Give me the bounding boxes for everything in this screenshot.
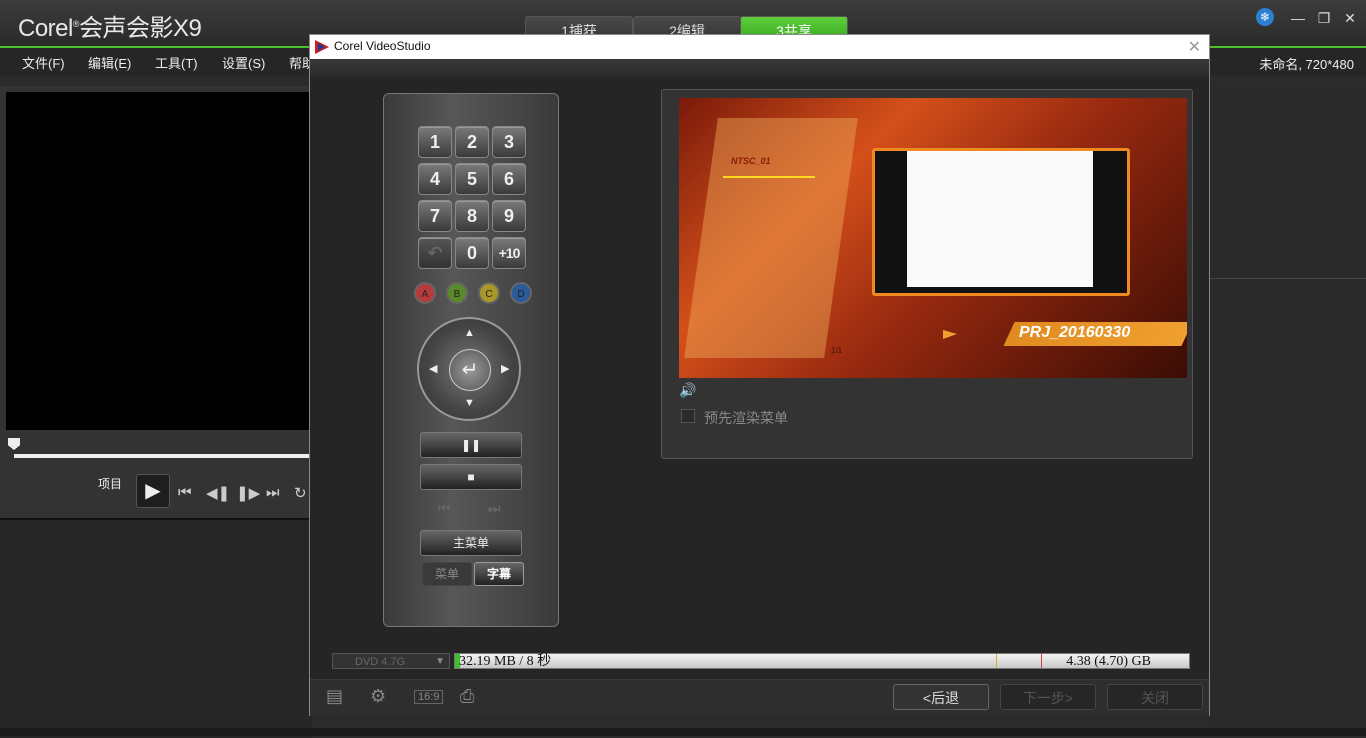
project-title: PRJ_20160330 [1019, 324, 1131, 341]
key-4[interactable]: 4 [418, 163, 452, 195]
next-frame-icon[interactable]: ❚▶ [236, 484, 260, 502]
key-0[interactable]: 0 [455, 237, 489, 269]
key-2[interactable]: 2 [455, 126, 489, 158]
key-5[interactable]: 5 [455, 163, 489, 195]
app-logo: Corel®会声会影X9 [18, 15, 202, 42]
key-6[interactable]: 6 [492, 163, 526, 195]
page-number: 1/1 [831, 346, 843, 355]
burn-icon[interactable]: ⎙ [460, 686, 474, 707]
key-8[interactable]: 8 [455, 200, 489, 232]
thumbnail[interactable] [907, 151, 1093, 287]
menu-preview-panel: NTSC_01 1/1 PRJ_20160330 🔊 预先渲染菜单 [661, 89, 1193, 459]
library-panel [1210, 86, 1366, 736]
dialog-header-strip [310, 59, 1209, 77]
key-7[interactable]: 7 [418, 200, 452, 232]
color-button-c[interactable]: C [478, 282, 500, 304]
back-button[interactable]: <后退 [893, 684, 989, 710]
previous-frame-icon[interactable]: ◀❚ [206, 484, 230, 502]
dialog-footer: ▤ ⚙ 16:9 ⎙ <后退 下一步> 关闭 [310, 679, 1209, 716]
project-mode-label[interactable]: 项目 [98, 475, 122, 492]
decorative-line [723, 176, 815, 178]
subtitle-button[interactable]: 字幕 [474, 562, 524, 586]
preview-screen [6, 92, 312, 430]
dialog-title: Corel VideoStudio [334, 39, 431, 53]
status-bar [0, 728, 1366, 736]
timeline-area [0, 518, 312, 738]
dialog-titlebar: Corel VideoStudio ✕ [310, 35, 1209, 59]
play-button[interactable]: ▶ [136, 474, 170, 508]
previous-chapter-icon[interactable]: ⏮ [438, 500, 451, 517]
home-icon[interactable]: ⏮ [178, 484, 192, 501]
key-plus10[interactable]: +10 [492, 237, 526, 269]
up-arrow-icon[interactable]: ▲ [464, 327, 475, 339]
menu-settings-icon[interactable]: ▤ [326, 686, 343, 707]
down-arrow-icon[interactable]: ▼ [464, 397, 475, 409]
color-button-b[interactable]: B [446, 282, 468, 304]
capacity-mark [996, 654, 997, 668]
stop-button[interactable]: ■ [420, 464, 522, 490]
close-dialog-button[interactable]: 关闭 [1107, 684, 1203, 710]
gear-icon[interactable]: ⚙ [370, 686, 386, 707]
enter-icon[interactable]: ↵ [449, 349, 491, 391]
aspect-ratio-icon[interactable]: 16:9 [414, 690, 444, 704]
volume-icon[interactable]: 🔊 [679, 382, 696, 399]
chevron-down-icon: ▼ [435, 656, 445, 667]
key-9[interactable]: 9 [492, 200, 526, 232]
snowflake-icon[interactable]: ❄ [1256, 8, 1274, 26]
next-chapter-icon[interactable]: ⏭ [488, 500, 501, 517]
next-button[interactable]: 下一步> [1000, 684, 1096, 710]
return-key-icon[interactable]: ↶ [418, 237, 452, 269]
navigation-arrow-icon [943, 330, 957, 339]
menu-button[interactable]: 菜单 [422, 562, 472, 586]
left-arrow-icon[interactable]: ◀ [429, 362, 437, 375]
prerender-label: 预先渲染菜单 [704, 410, 788, 426]
thumbnail-frame[interactable] [872, 148, 1130, 296]
menu-file[interactable]: 文件(F) [22, 53, 65, 72]
corel-logo-icon [315, 40, 329, 54]
close-button[interactable]: ✕ [1340, 8, 1360, 28]
pause-button[interactable]: ❚❚ [420, 432, 522, 458]
menu-tools[interactable]: 工具(T) [155, 53, 198, 72]
key-3[interactable]: 3 [492, 126, 526, 158]
capacity-total: 4.38 (4.70) GB [1066, 654, 1151, 669]
dialog-close-icon[interactable]: ✕ [1188, 37, 1201, 57]
key-1[interactable]: 1 [418, 126, 452, 158]
ntsc-label: NTSC_01 [731, 156, 771, 166]
decorative-panel [684, 118, 858, 358]
menu-settings[interactable]: 设置(S) [222, 53, 265, 72]
prerender-checkbox[interactable] [681, 409, 695, 423]
end-icon[interactable]: ⏭ [266, 484, 280, 501]
repeat-icon[interactable]: ↻ [294, 484, 307, 502]
color-button-d[interactable]: D [510, 282, 532, 304]
menu-edit[interactable]: 编辑(E) [88, 53, 131, 72]
navigation-pad[interactable]: ▲ ▼ ◀ ▶ ↵ [417, 317, 521, 421]
remote-control: 1 2 3 4 5 6 7 8 9 ↶ 0 +10 A B C D ▲ ▼ ◀ … [383, 93, 559, 627]
menu-preview-image: NTSC_01 1/1 PRJ_20160330 [679, 98, 1187, 378]
capacity-bar: 32.19 MB / 8 秒 4.38 (4.70) GB [454, 653, 1190, 669]
project-info: 未命名, 720*480 [1259, 57, 1354, 72]
capacity-used: 32.19 MB / 8 秒 [459, 654, 552, 669]
scrubber-track[interactable] [14, 454, 312, 458]
main-menu-button[interactable]: 主菜单 [420, 530, 522, 556]
videostudio-dialog: Corel VideoStudio ✕ 1 2 3 4 5 6 7 8 9 ↶ … [309, 34, 1210, 716]
disc-type-select[interactable]: DVD 4.7G ▼ [332, 653, 450, 669]
minimize-button[interactable]: — [1288, 8, 1308, 28]
restore-button[interactable]: ❐ [1314, 8, 1334, 28]
capacity-limit-mark [1041, 654, 1042, 668]
right-arrow-icon[interactable]: ▶ [501, 362, 509, 375]
color-button-a[interactable]: A [414, 282, 436, 304]
